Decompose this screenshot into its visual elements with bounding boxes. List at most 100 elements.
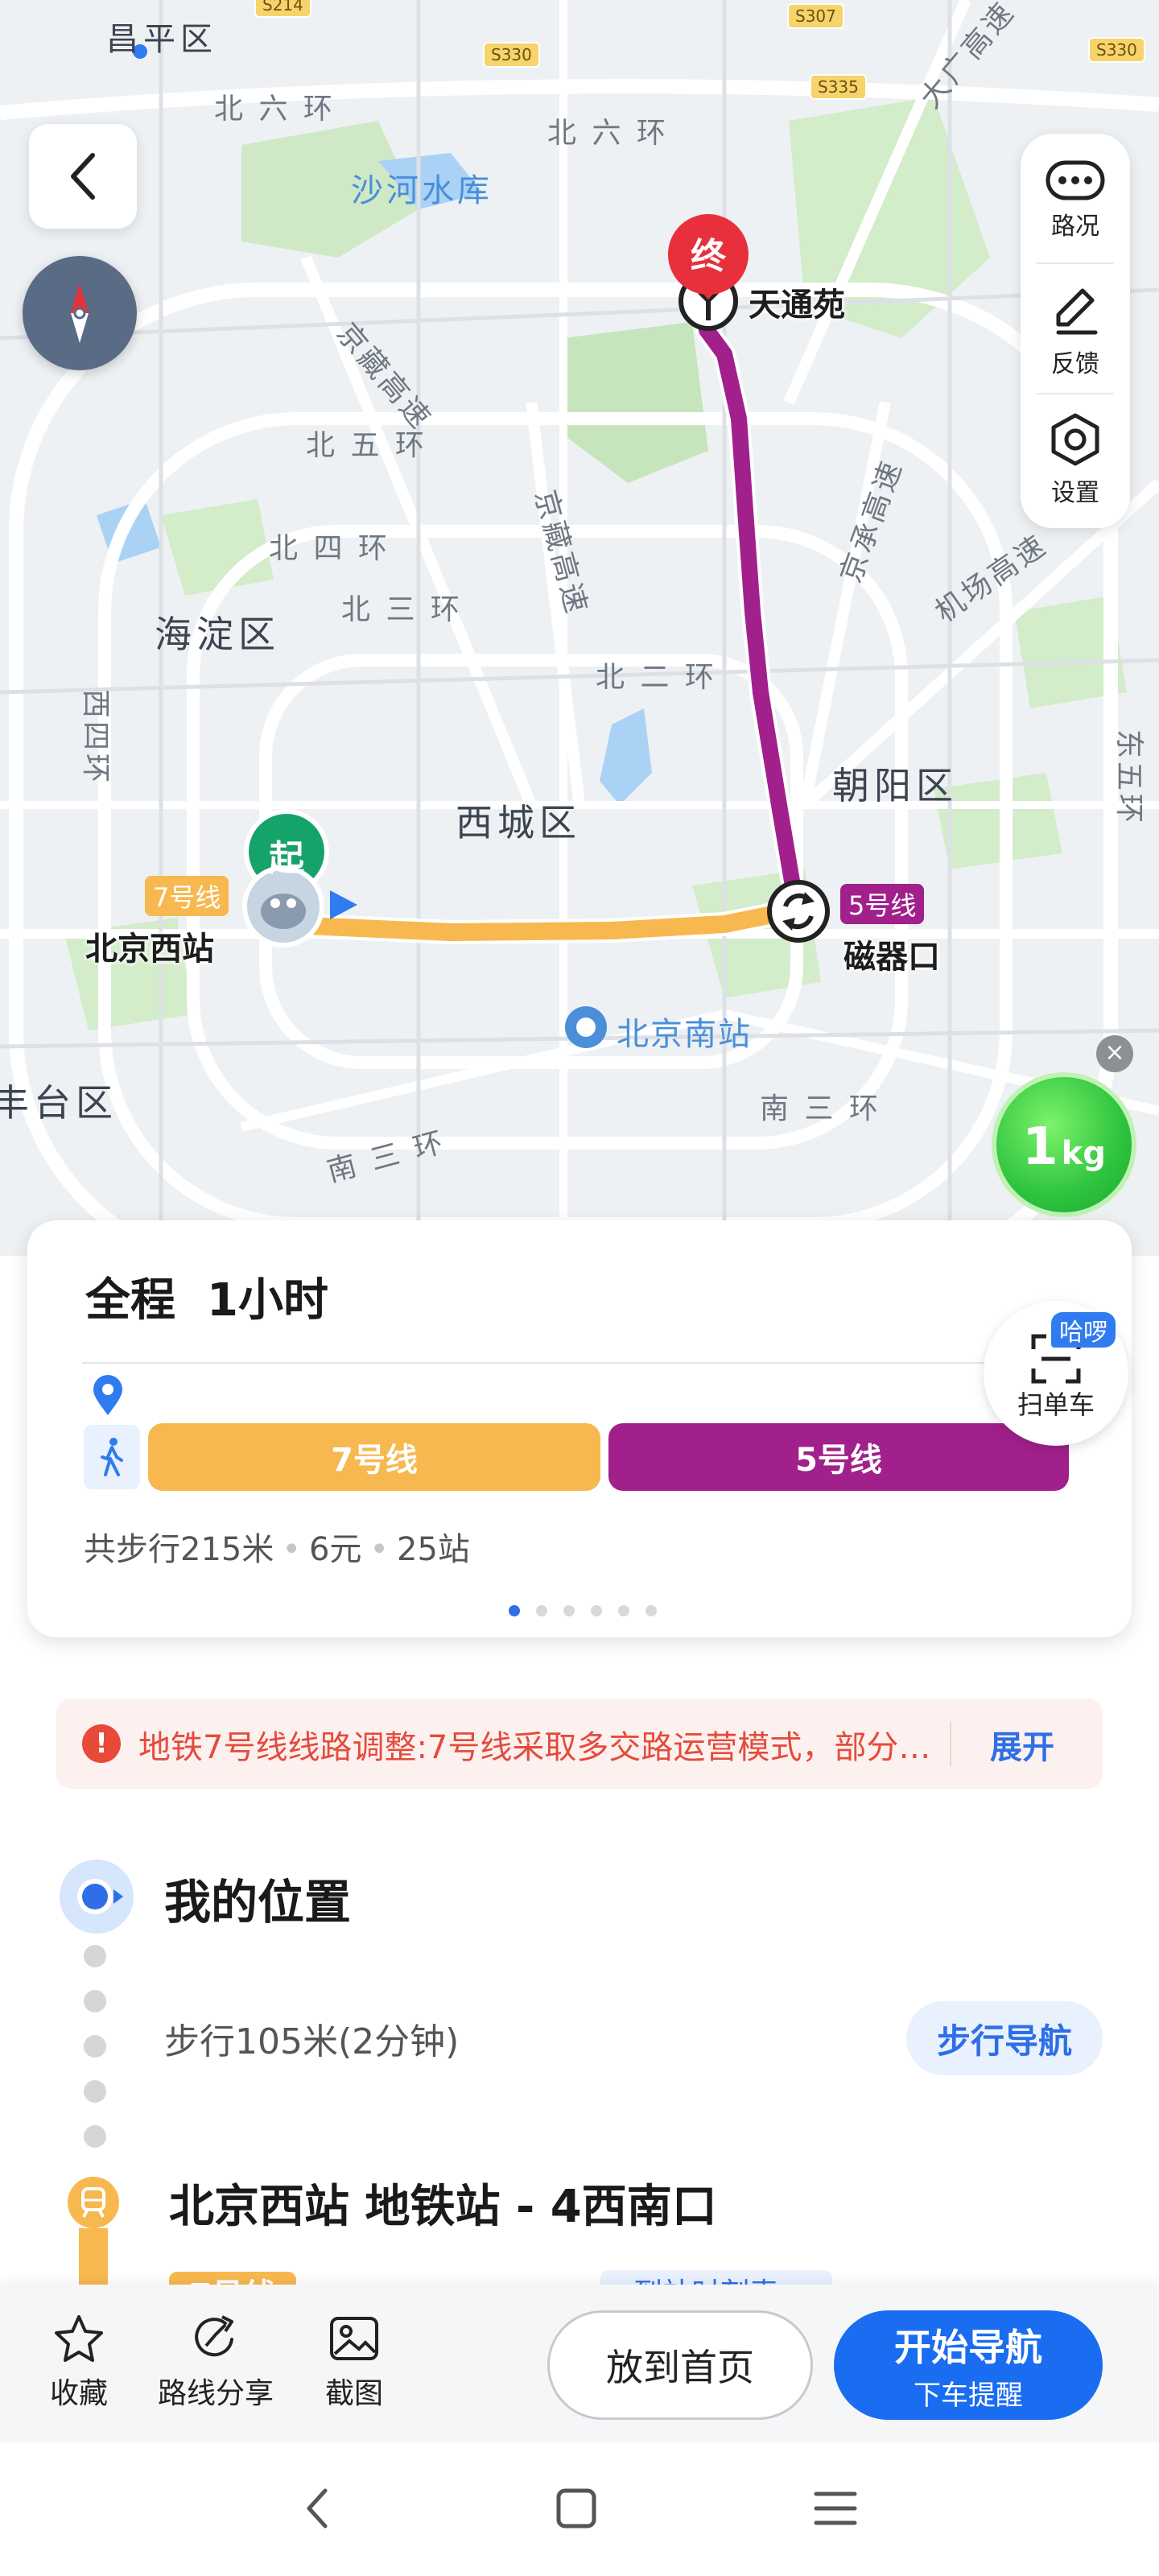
- route-dot: [84, 1945, 106, 1967]
- screenshot-label: 截图: [325, 2377, 384, 2410]
- feedback-button[interactable]: 反馈: [1021, 270, 1130, 391]
- road-shield-s330-b: S330: [1088, 37, 1145, 63]
- my-location-icon: [60, 1860, 134, 1934]
- system-menu-icon: [814, 2491, 857, 2525]
- alight-reminder-label: 下车提醒: [914, 2379, 1023, 2412]
- map-label-bei6-b: 北 六 环: [547, 117, 669, 150]
- start-station-label[interactable]: 北京西站: [85, 923, 214, 969]
- share-icon: [195, 2315, 233, 2357]
- map[interactable]: 昌平区 S214 S307 S330 S330 S335 北 六 环 北 六 环…: [0, 0, 1159, 1256]
- settings-label: 设置: [1051, 479, 1099, 507]
- route-summary-card[interactable]: 全程 1小时 7号线 5号线 共步行215米 • 6元 • 25站: [27, 1220, 1132, 1637]
- walk-distance: 共步行215米: [84, 1531, 274, 1568]
- favorite-button[interactable]: 收藏: [50, 2314, 108, 2412]
- compass-button[interactable]: [23, 256, 137, 370]
- expand-button[interactable]: 展开: [990, 1721, 1054, 1768]
- scan-bike-button[interactable]: 哈啰 扫单车: [984, 1301, 1128, 1446]
- map-label-bei3: 北 三 环: [341, 593, 463, 626]
- station-entrance-title: 北京西站 地铁站 - 4西南口: [169, 2181, 717, 2233]
- page: 昌平区 S214 S307 S330 S330 S335 北 六 环 北 六 环…: [0, 0, 1159, 2576]
- map-label-chaoyang: 朝阳区: [832, 764, 958, 807]
- kg-unit: kg: [1061, 1135, 1106, 1172]
- back-arrow-icon: [71, 153, 95, 200]
- compass-icon: [71, 283, 89, 343]
- end-marker: 终: [691, 236, 726, 277]
- map-label-fengtai: 丰台区: [0, 1081, 118, 1125]
- share-route-button[interactable]: 路线分享: [158, 2314, 274, 2412]
- traffic-label: 路况: [1051, 213, 1099, 241]
- line5-map-tag: 5号线: [840, 884, 925, 924]
- map-label-bei4: 北 四 环: [269, 532, 390, 565]
- settings-hex-icon: [1051, 413, 1099, 466]
- traffic-icon: [1046, 160, 1105, 200]
- location-pin-icon: [93, 1375, 122, 1415]
- hello-badge: 哈啰: [1051, 1312, 1116, 1348]
- favorite-label: 收藏: [50, 2377, 109, 2410]
- service-alert-banner[interactable]: ! 地铁7号线线路调整:7号线采取多交路运营模式，部分列车运行至环球度假区站 展…: [56, 1699, 1103, 1789]
- route-dot: [84, 2035, 106, 2058]
- start-navigation-button[interactable]: 开始导航 下车提醒: [834, 2310, 1103, 2420]
- line7-segment: 7号线: [148, 1423, 600, 1491]
- page-indicator: [509, 1605, 657, 1616]
- settings-button[interactable]: 设置: [1021, 399, 1130, 520]
- add-to-home-button[interactable]: 放到首页: [547, 2310, 813, 2420]
- system-back-button[interactable]: [288, 2479, 346, 2537]
- page-dot: [563, 1605, 575, 1616]
- system-menu-button[interactable]: [806, 2479, 864, 2537]
- map-label-xicheng: 西城区: [456, 801, 581, 844]
- system-back-icon: [307, 2488, 328, 2529]
- system-navigation-bar: [0, 2442, 1159, 2576]
- system-home-button[interactable]: [547, 2479, 605, 2537]
- card-divider: [82, 1362, 1009, 1364]
- map-tools-panel: 路况 反馈 设置: [1021, 134, 1130, 528]
- back-button[interactable]: [29, 124, 137, 229]
- map-label-dong5: 东五环: [1112, 729, 1146, 827]
- subway-station-icon: [68, 2177, 119, 2228]
- start-navigation-label: 开始导航: [894, 2325, 1042, 2369]
- page-dot: [536, 1605, 547, 1616]
- route-dot: [84, 2125, 106, 2148]
- map-label-bei5: 北 五 环: [306, 429, 427, 462]
- walk-navigation-button[interactable]: 步行导航: [906, 2001, 1103, 2075]
- edit-icon: [1056, 288, 1098, 335]
- page-dot-active: [509, 1605, 520, 1616]
- map-label-haidian: 海淀区: [155, 613, 280, 656]
- map-label-nan3-a: 南 三 环: [760, 1092, 881, 1125]
- transfer-station-label[interactable]: 磁器口: [843, 931, 940, 977]
- page-dot: [591, 1605, 602, 1616]
- walk-step-text: 步行105米(2分钟): [164, 2021, 460, 2062]
- walk-segment: [84, 1425, 140, 1489]
- share-label: 路线分享: [158, 2377, 274, 2410]
- stop-count: 25站: [397, 1531, 470, 1568]
- line5-segment: 5号线: [608, 1423, 1069, 1491]
- map-label-shahe: 沙河水库: [351, 172, 493, 209]
- image-icon: [330, 2317, 378, 2360]
- alert-separator: [950, 1721, 951, 1766]
- road-shield-s307: S307: [787, 3, 844, 29]
- alert-text: 地铁7号线线路调整:7号线采取多交路运营模式，部分列车运行至环球度假区站: [138, 1729, 943, 1766]
- tool-divider: [1037, 393, 1114, 394]
- carbon-kg-badge[interactable]: 1 kg: [992, 1072, 1136, 1217]
- scan-bike-label: 扫单车: [1017, 1389, 1095, 1420]
- line7-map-tag: 7号线: [145, 876, 229, 916]
- map-label-beijing-south: 北京南站: [617, 1016, 752, 1053]
- route-dot: [84, 1990, 106, 2013]
- traffic-button[interactable]: 路况: [1021, 140, 1130, 261]
- screenshot-button[interactable]: 截图: [325, 2314, 383, 2412]
- page-dot: [618, 1605, 629, 1616]
- end-station-label[interactable]: 天通苑: [749, 279, 845, 325]
- line7-timeline: [79, 2228, 108, 2293]
- map-label-xi4: 西四环: [79, 688, 113, 786]
- tool-divider: [1037, 262, 1114, 264]
- route-dot: [84, 2080, 106, 2103]
- route-duration-title: 全程 1小时: [85, 1274, 328, 1327]
- start-marker: 起: [269, 838, 304, 879]
- route-meta: 共步行215米 • 6元 • 25站: [84, 1531, 470, 1568]
- star-icon: [55, 2315, 103, 2362]
- close-promo-button[interactable]: ×: [1096, 1035, 1133, 1072]
- bottom-action-bar: 收藏 路线分享 截图 放到首页 开始导航 下车提醒: [0, 2285, 1159, 2442]
- my-location-label: 我的位置: [164, 1875, 352, 1930]
- map-label-bei2: 北 二 环: [596, 661, 717, 694]
- page-dot: [645, 1605, 657, 1616]
- road-shield-s330-a: S330: [483, 42, 540, 68]
